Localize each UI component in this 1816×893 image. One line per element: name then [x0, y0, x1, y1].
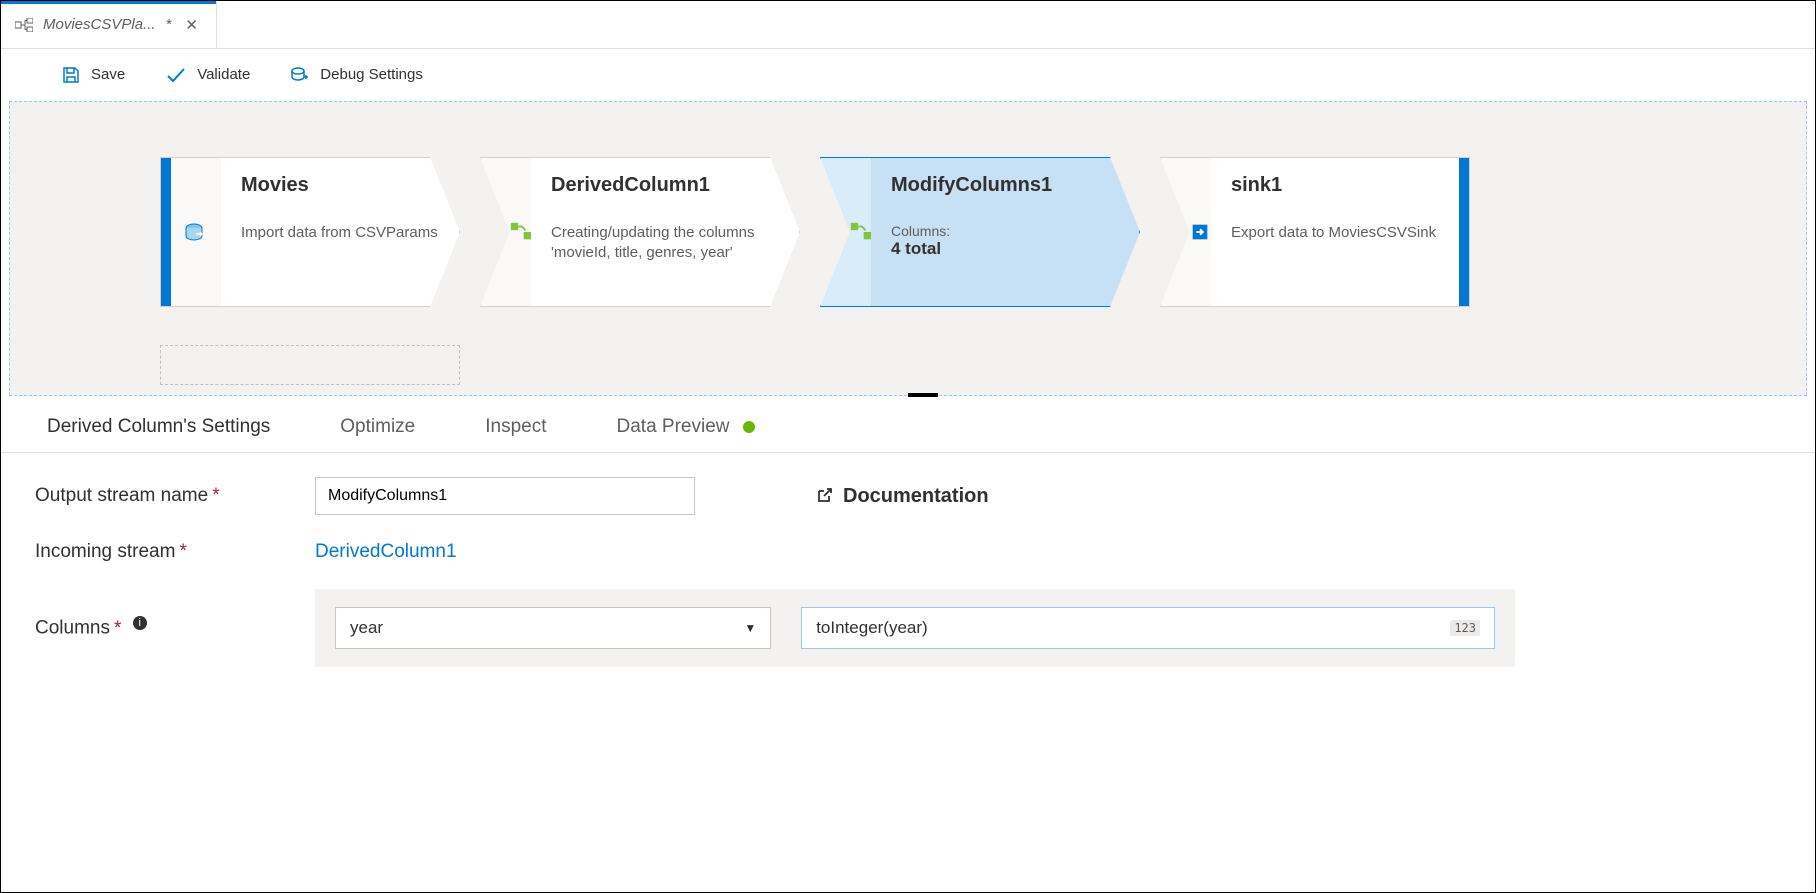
data-preview-label: Data Preview [617, 416, 730, 437]
preview-status-dot [743, 421, 755, 433]
tab-optimize[interactable]: Optimize [340, 416, 415, 438]
incoming-stream-link[interactable]: DerivedColumn1 [315, 541, 457, 563]
node-desc: Export data to MoviesCSVSink [1231, 223, 1439, 243]
tab-bar: MoviesCSVPla... * ✕ [1, 1, 1815, 49]
add-transformation-button[interactable]: + [453, 287, 465, 310]
node-modifycolumns1[interactable]: ModifyColumns1 Columns: 4 total + [820, 157, 1140, 307]
column-expression-value: toInteger(year) [816, 618, 928, 638]
node-source-movies[interactable]: Movies Import data from CSVParams + [160, 157, 460, 307]
derived-icon [821, 158, 871, 306]
dataflow-canvas[interactable]: Movies Import data from CSVParams + Deri… [9, 101, 1807, 396]
node-sink1[interactable]: sink1 Export data to MoviesCSVSink [1160, 157, 1470, 307]
sink-icon [1161, 158, 1211, 306]
external-link-icon [815, 487, 833, 505]
node-subtitle2: 4 total [891, 239, 1119, 259]
add-transformation-button[interactable]: + [793, 287, 805, 310]
node-derivedcolumn1[interactable]: DerivedColumn1 Creating/updating the col… [480, 157, 800, 307]
node-desc: Import data from CSVParams [241, 223, 439, 243]
details-panel: Derived Column's Settings Optimize Inspe… [1, 396, 1815, 737]
output-stream-label: Output stream name* [35, 485, 295, 507]
debug-settings-button[interactable]: Debug Settings [290, 65, 423, 85]
check-icon [165, 65, 187, 85]
tab-close-button[interactable]: ✕ [181, 16, 202, 34]
tab-dataflow[interactable]: MoviesCSVPla... * ✕ [1, 1, 217, 48]
node-desc: Creating/updating the columns 'movieId, … [551, 223, 779, 262]
node-title: sink1 [1231, 174, 1439, 197]
detail-tabs: Derived Column's Settings Optimize Inspe… [1, 396, 1815, 453]
column-expression-input[interactable]: toInteger(year) 123 [801, 607, 1495, 649]
save-label: Save [91, 66, 125, 83]
info-icon[interactable]: i [133, 616, 147, 630]
toolbar: Save Validate Debug Settings [1, 49, 1815, 101]
save-button[interactable]: Save [61, 65, 125, 85]
output-stream-input[interactable] [315, 477, 695, 515]
source-icon [171, 158, 221, 306]
tab-dirty-indicator: * [166, 16, 172, 33]
incoming-stream-label: Incoming stream* [35, 541, 295, 563]
panel-resize-handle[interactable] [908, 393, 938, 397]
validate-button[interactable]: Validate [165, 65, 250, 85]
add-transformation-button[interactable]: + [1133, 287, 1145, 310]
validate-label: Validate [197, 66, 250, 83]
node-title: ModifyColumns1 [891, 174, 1119, 197]
derived-icon [481, 158, 531, 306]
column-name-value: year [350, 618, 383, 638]
add-source-placeholder[interactable] [160, 345, 460, 385]
columns-editor: year ▼ toInteger(year) 123 [315, 589, 1515, 667]
debug-icon [290, 65, 310, 85]
tab-title: MoviesCSVPla... [43, 16, 156, 33]
save-icon [61, 65, 81, 85]
documentation-label: Documentation [843, 485, 989, 508]
debug-label: Debug Settings [320, 66, 423, 83]
columns-label: Columns* i [35, 616, 295, 639]
dataflow-icon [15, 18, 33, 32]
tab-inspect[interactable]: Inspect [485, 416, 546, 438]
node-title: DerivedColumn1 [551, 174, 779, 197]
node-title: Movies [241, 174, 439, 197]
documentation-link[interactable]: Documentation [815, 485, 989, 508]
node-subtitle1: Columns: [891, 223, 1119, 239]
type-badge: 123 [1450, 620, 1480, 636]
tab-settings[interactable]: Derived Column's Settings [47, 416, 270, 438]
column-name-select[interactable]: year ▼ [335, 607, 771, 649]
tab-data-preview[interactable]: Data Preview [617, 416, 755, 438]
caret-down-icon: ▼ [744, 621, 756, 635]
